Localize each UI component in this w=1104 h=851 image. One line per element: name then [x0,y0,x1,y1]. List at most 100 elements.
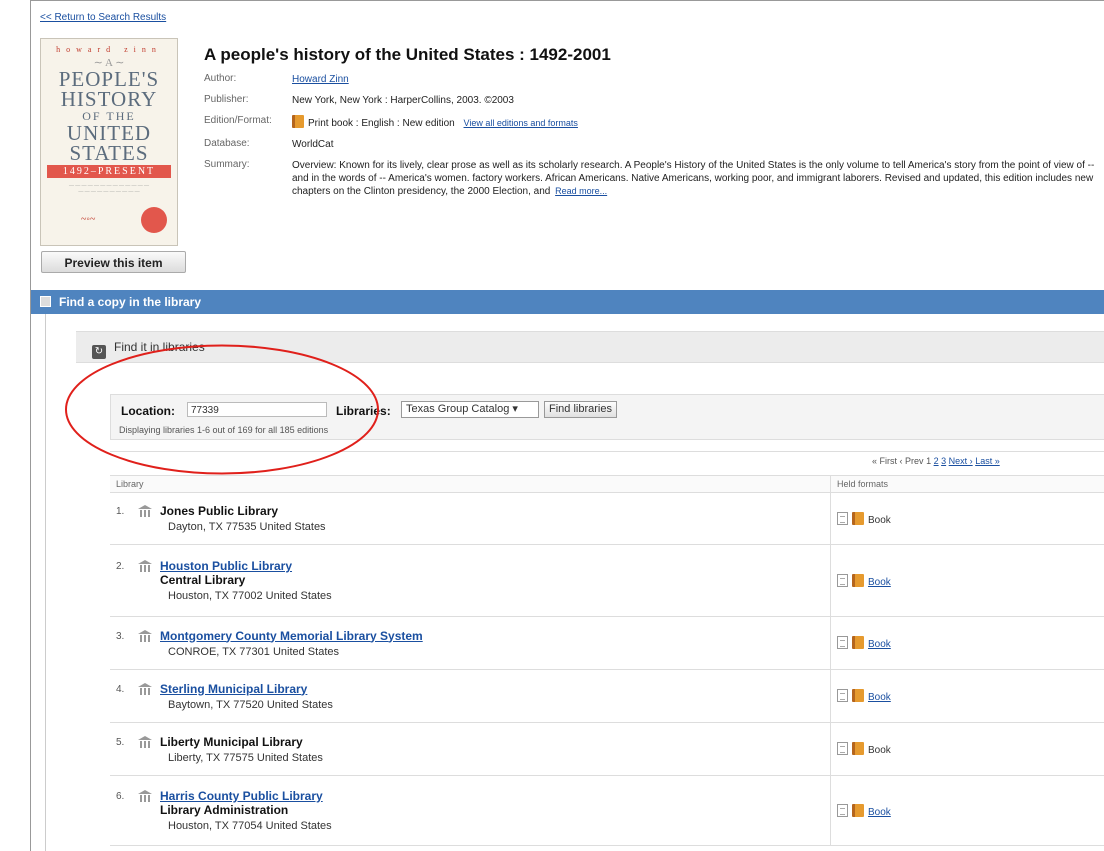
return-to-search-link[interactable]: << Return to Search Results [40,12,166,23]
publisher-label: Publisher: [204,94,249,105]
next-page-link[interactable]: Next › [949,456,973,466]
library-branch: Library Administration [160,803,289,817]
book-icon [292,115,304,128]
library-name: Jones Public Library [160,504,279,518]
library-name-link[interactable]: Harris County Public Library [160,789,323,803]
book-cover-image: howard zinn ∼ A ∼ PEOPLE'S HISTORY OF TH… [40,38,178,246]
author-link[interactable]: Howard Zinn [292,74,349,85]
page-2-link[interactable]: 2 [934,456,939,466]
row-number: 3. [116,630,125,642]
libraries-label: Libraries: [336,404,391,418]
location-input[interactable]: 77339 [187,402,327,417]
table-row: 2. Houston Public Library Central Librar… [110,544,1104,617]
library-name-link[interactable]: Houston Public Library [160,559,292,573]
document-icon [837,803,848,817]
read-more-link[interactable]: Read more... [555,186,607,196]
library-search-form: Location: 77339 Libraries: Texas Group C… [110,394,1104,440]
book-icon [852,803,864,817]
library-building-icon [138,790,152,802]
cover-flourish: ~◦~ [81,214,96,225]
summary-text: Overview: Known for its lively, clear pr… [292,160,1095,197]
row-number: 1. [116,506,125,517]
library-building-icon [138,560,152,572]
subsection-title: Find it in libraries [114,340,205,354]
library-name-link[interactable]: Montgomery County Memorial Library Syste… [160,629,423,643]
library-address: Baytown, TX 77520 United States [168,698,333,711]
document-icon [837,511,848,525]
cover-band: 1492–PRESENT [47,165,171,178]
held-format: Book [868,514,891,526]
document-icon [837,636,848,649]
document-icon [837,689,848,702]
first-page-link[interactable]: « First [872,456,897,466]
held-format-link[interactable]: Book [868,807,891,818]
libraries-icon: ↻ [92,345,106,359]
book-icon [852,742,864,755]
database-value: WorldCat [292,139,334,150]
row-number: 6. [116,791,125,802]
library-address: Houston, TX 77002 United States [168,590,332,602]
table-row: 4. Sterling Municipal Library Baytown, T… [110,669,1104,723]
table-row: 5. Liberty Municipal Library Liberty, TX… [110,722,1104,776]
find-copy-section-header[interactable]: Find a copy in the library [31,290,1104,314]
page-frame: << Return to Search Results howard zinn … [30,0,1104,851]
edition-label: Edition/Format: [204,115,272,126]
book-icon [852,636,864,649]
summary-label: Summary: [204,159,250,170]
location-label: Location: [121,404,175,418]
pagination: « First ‹ Prev 1 2 3 Next › Last » [110,451,1104,466]
library-column-header: Library [110,475,831,493]
row-number: 2. [116,561,125,572]
preview-item-button[interactable]: Preview this item [41,251,186,273]
library-building-icon [138,505,152,517]
table-row: 1. Jones Public Library Dayton, TX 77535… [110,492,1104,545]
table-row: 3. Montgomery County Memorial Library Sy… [110,616,1104,670]
cover-title-line: HISTORY [60,87,158,111]
library-address: Dayton, TX 77535 United States [168,521,326,533]
find-libraries-button[interactable]: Find libraries [544,401,617,418]
cover-author: howard zinn [56,45,162,54]
prev-page-link[interactable]: ‹ Prev [900,456,924,466]
cover-blurb: — — — — — — — — — — — — — — — — — — — — —… [69,184,149,195]
edition-value: Print book : English : New edition [308,118,455,129]
library-building-icon [138,735,152,748]
author-label: Author: [204,73,237,84]
library-name-link[interactable]: Sterling Municipal Library [160,682,307,696]
library-address: Houston, TX 77054 United States [168,820,332,832]
library-building-icon [138,682,152,695]
held-format-link[interactable]: Book [868,692,891,703]
page-3-link[interactable]: 3 [941,456,946,466]
held-format: Book [868,745,891,756]
library-branch: Central Library [160,573,246,587]
row-number: 4. [116,683,125,695]
cover-title-line: PEOPLE'S [58,67,160,91]
library-address: Liberty, TX 77575 United States [168,751,323,764]
cover-seal [141,207,167,233]
table-row: 6. Harris County Public Library Library … [110,775,1104,846]
publisher-value: New York, New York : HarperCollins, 2003… [292,95,514,106]
record-title: A people's history of the United States … [204,45,611,64]
document-icon [837,573,848,587]
section-title: Find a copy in the library [59,295,202,309]
book-icon [852,689,864,702]
libraries-table: Library Held formats 1. Jones Public Lib… [110,475,1104,846]
last-page-link[interactable]: Last » [975,456,1000,466]
held-format-link[interactable]: Book [868,577,891,588]
view-all-editions-link[interactable]: View all editions and formats [464,118,578,128]
library-address: CONROE, TX 77301 United States [168,645,339,658]
formats-column-header: Held formats [830,475,1104,493]
held-format-link[interactable]: Book [868,639,891,650]
cover-title-line: UNITED [66,121,152,145]
database-label: Database: [204,138,250,149]
library-building-icon [138,629,152,642]
libraries-select[interactable]: Texas Group Catalog ▾ [401,401,539,418]
document-icon [837,742,848,755]
dropdown-arrow-icon: ▾ [512,403,518,415]
record-metadata: Author: Howard Zinn Publisher: New York,… [204,73,1104,206]
book-icon [852,573,864,587]
collapse-icon[interactable] [40,296,51,307]
row-number: 5. [116,736,125,748]
display-count-text: Displaying libraries 1-6 out of 169 for … [119,425,329,435]
page-1-current: 1 [926,456,932,466]
find-copy-panel: ↻ Find it in libraries Location: 77339 Li… [45,314,1104,851]
